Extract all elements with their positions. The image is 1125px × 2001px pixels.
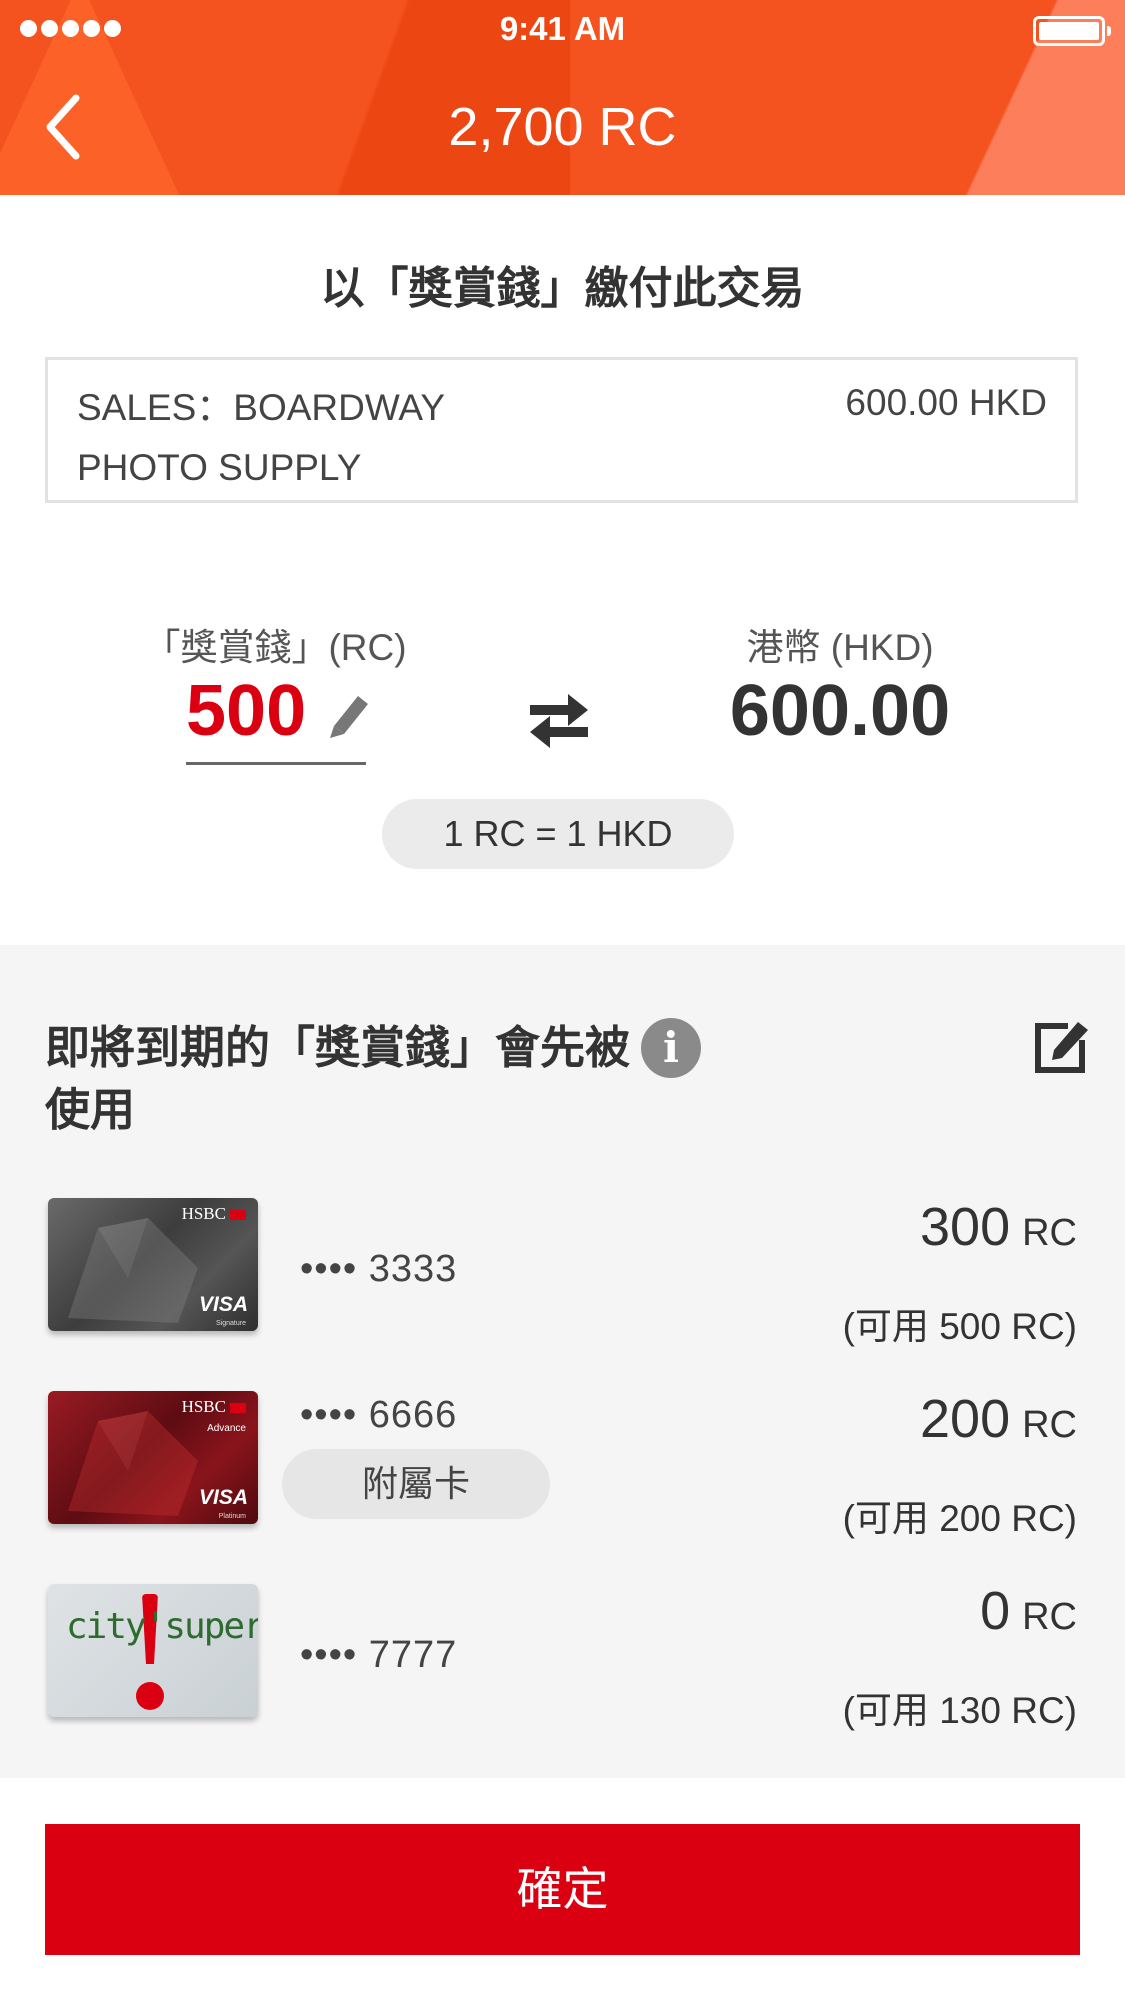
supplementary-card-badge: 附屬卡 xyxy=(282,1449,550,1519)
citysuper-logo: city'super xyxy=(66,1606,258,1647)
status-time: 9:41 AM xyxy=(499,10,626,47)
transaction-box: SALES：BOARDWAY PHOTO SUPPLY 600.00 HKD xyxy=(45,357,1078,503)
card-available-rc: (可用 130 RC) xyxy=(842,1690,1077,1731)
pencil-icon[interactable] xyxy=(326,690,370,740)
rc-amount-input[interactable]: 500 xyxy=(186,670,306,752)
card-available-rc: (可用 500 RC) xyxy=(842,1306,1077,1347)
input-underline xyxy=(186,762,366,765)
card-rc-amount: 300 RC xyxy=(920,1196,1077,1258)
card-available-rc: (可用 200 RC) xyxy=(842,1498,1077,1539)
rc-label: 「獎賞錢」(RC) xyxy=(143,627,407,668)
merchant-name: SALES：BOARDWAY PHOTO SUPPLY xyxy=(77,387,445,488)
battery-icon xyxy=(1033,16,1111,46)
info-icon[interactable]: i xyxy=(641,1018,701,1078)
expire-notice-title: 即將到期的「獎賞錢」會先被使用 xyxy=(45,1022,631,1135)
section-title: 以「獎賞錢」繳付此交易 xyxy=(320,264,805,313)
rc-unit: RC xyxy=(1022,1404,1077,1446)
visa-logo: VISA xyxy=(198,1293,248,1316)
status-bar: 9:41 AM xyxy=(0,0,1125,56)
edit-icon[interactable] xyxy=(1032,1016,1092,1076)
hsbc-visa-signature-card-image: HSBC VISA Signature xyxy=(48,1198,258,1331)
exchange-rate-badge: 1 RC = 1 HKD xyxy=(382,799,734,869)
advance-label: Advance xyxy=(207,1423,246,1434)
rc-amount-value: 300 xyxy=(920,1197,1011,1257)
hsbc-logo: HSBC xyxy=(182,1397,246,1417)
swap-icon xyxy=(528,690,590,752)
visa-logo: VISA xyxy=(198,1486,248,1509)
rc-unit: RC xyxy=(1022,1596,1077,1638)
header-bar: 9:41 AM 2,700 RC xyxy=(0,0,1125,195)
transaction-amount: 600.00 HKD xyxy=(845,382,1047,423)
card-number: •••• 3333 xyxy=(300,1248,458,1290)
hkd-label: 港幣 (HKD) xyxy=(746,627,934,668)
rc-unit: RC xyxy=(1022,1212,1077,1254)
card-rc-amount: 0 RC xyxy=(980,1580,1077,1642)
card-number: •••• 6666 xyxy=(300,1394,458,1436)
citysuper-card-image: city'super xyxy=(48,1584,258,1717)
hkd-amount: 600.00 xyxy=(729,671,951,751)
card-rc-amount: 200 RC xyxy=(920,1388,1077,1450)
visa-tier: Platinum xyxy=(218,1513,246,1520)
confirm-button[interactable]: 確定 xyxy=(45,1824,1080,1955)
hsbc-logo: HSBC xyxy=(182,1204,246,1224)
citysuper-dot xyxy=(136,1682,164,1710)
hsbc-advance-visa-platinum-card-image: HSBC Advance VISA Platinum xyxy=(48,1391,258,1524)
card-number: •••• 7777 xyxy=(300,1634,458,1676)
rc-amount-value: 0 xyxy=(980,1581,1011,1641)
rc-amount-value: 200 xyxy=(920,1389,1011,1449)
visa-tier: Signature xyxy=(216,1320,246,1327)
page-title: 2,700 RC xyxy=(448,97,677,157)
